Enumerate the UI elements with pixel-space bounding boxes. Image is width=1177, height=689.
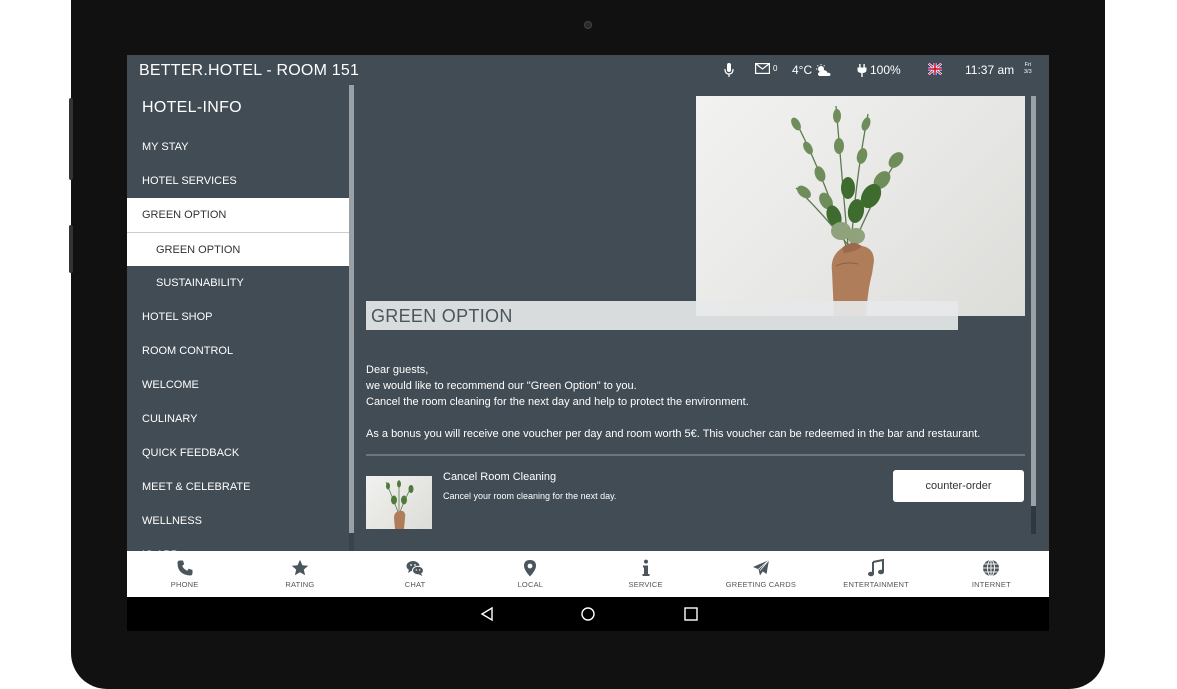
- sidebar-item-my-stay[interactable]: MY STAY: [127, 130, 349, 164]
- sidebar-item-quick-feedback[interactable]: QUICK FEEDBACK: [127, 436, 349, 470]
- nav-phone[interactable]: PHONE: [127, 551, 242, 597]
- phone-icon: [177, 560, 193, 576]
- bottom-navigation: PHONE RATING CHAT LOCAL SERVICE GREETING…: [127, 551, 1049, 597]
- android-navigation-bar: [127, 597, 1049, 631]
- sidebar-subitem-green-option[interactable]: GREEN OPTION: [127, 232, 349, 266]
- offer-title: Cancel Room Cleaning: [443, 471, 557, 483]
- sidebar-item-room-control[interactable]: ROOM CONTROL: [127, 334, 349, 368]
- sidebar-item-welcome[interactable]: WELCOME: [127, 368, 349, 402]
- date: Fri 3/3: [1024, 62, 1032, 76]
- nav-entertainment-label: ENTERTAINMENT: [843, 580, 909, 589]
- nav-internet-label: INTERNET: [971, 580, 1011, 589]
- intro-greeting: Dear guests,: [366, 364, 429, 376]
- map-pin-icon: [524, 560, 537, 577]
- battery-indicator: 100%: [857, 63, 901, 77]
- nav-service[interactable]: SERVICE: [588, 551, 703, 597]
- intro-line-cancel: Cancel the room cleaning for the next da…: [366, 396, 749, 408]
- hero-image-herbs-in-hand: [696, 96, 1025, 316]
- sidebar-item-green-option[interactable]: GREEN OPTION: [127, 198, 349, 232]
- messages-indicator[interactable]: 0: [755, 63, 777, 74]
- main-content: GREEN OPTION Dear guests, we would like …: [354, 85, 1034, 551]
- nav-internet[interactable]: INTERNET: [934, 551, 1049, 597]
- chat-icon: [406, 561, 425, 576]
- time: 11:37 am: [965, 63, 1015, 77]
- sidebar-item-wellness[interactable]: WELLNESS: [127, 504, 349, 538]
- partly-cloudy-icon: [816, 63, 831, 76]
- nav-chat[interactable]: CHAT: [358, 551, 473, 597]
- sidebar-heading: HOTEL-INFO: [142, 99, 242, 116]
- nav-greeting-cards[interactable]: GREETING CARDS: [703, 551, 818, 597]
- date-value: 3/3: [1024, 69, 1032, 75]
- counter-order-button[interactable]: counter-order: [893, 470, 1024, 502]
- sidebar: HOTEL-INFO MY STAY HOTEL SERVICES GREEN …: [127, 85, 349, 551]
- nav-rating[interactable]: RATING: [242, 551, 357, 597]
- intro-line-bonus: As a bonus you will receive one voucher …: [366, 428, 981, 440]
- sidebar-subitem-sustainability[interactable]: SUSTAINABILITY: [127, 266, 349, 300]
- nav-phone-label: PHONE: [170, 580, 199, 589]
- page-title: GREEN OPTION: [371, 306, 513, 326]
- info-icon: [642, 559, 650, 576]
- recent-apps-icon[interactable]: [683, 606, 699, 622]
- home-icon[interactable]: [580, 606, 596, 622]
- nav-chat-label: CHAT: [404, 580, 426, 589]
- paper-plane-icon: [752, 559, 770, 576]
- nav-service-label: SERVICE: [628, 580, 663, 589]
- messages-count: 0: [773, 64, 778, 73]
- nav-rating-label: RATING: [285, 580, 315, 589]
- weather-indicator: 4°C: [792, 63, 832, 77]
- globe-icon: [983, 559, 1000, 577]
- language-flag-uk-icon[interactable]: [928, 63, 942, 75]
- plug-icon: [857, 63, 867, 77]
- section-divider: [366, 454, 1025, 456]
- intro-text: Dear guests, we would like to recommend …: [366, 362, 1026, 442]
- content-scrollbar[interactable]: [1031, 96, 1036, 534]
- sidebar-item-hotel-services[interactable]: HOTEL SERVICES: [127, 164, 349, 198]
- tablet-screen: BETTER.HOTEL - ROOM 151 0 4°C 100% 11:37…: [127, 55, 1049, 631]
- microphone-icon[interactable]: [724, 63, 734, 77]
- page-title-band: GREEN OPTION: [366, 301, 958, 330]
- offer-thumbnail-herbs: [366, 476, 432, 529]
- sidebar-item-culinary[interactable]: CULINARY: [127, 402, 349, 436]
- front-camera: [584, 21, 592, 29]
- nav-local-label: LOCAL: [517, 580, 544, 589]
- back-icon[interactable]: [479, 606, 495, 622]
- envelope-icon: [755, 63, 770, 74]
- status-bar: BETTER.HOTEL - ROOM 151 0 4°C 100% 11:37…: [127, 55, 1049, 85]
- content-scrollbar-thumb[interactable]: [1031, 96, 1036, 506]
- intro-spacer: [366, 410, 1026, 426]
- sidebar-item-iq-app[interactable]: IQ APP: [127, 538, 349, 551]
- offer-description: Cancel your room cleaning for the next d…: [443, 491, 617, 501]
- star-icon: [291, 559, 309, 576]
- app-title: BETTER.HOTEL - ROOM 151: [139, 62, 360, 79]
- date-day: Fri: [1024, 62, 1032, 68]
- temperature: 4°C: [792, 63, 813, 77]
- battery-level: 100%: [870, 63, 901, 77]
- nav-greeting-cards-label: GREETING CARDS: [725, 580, 797, 589]
- power-button: [69, 225, 73, 273]
- sidebar-item-meet-celebrate[interactable]: MEET & CELEBRATE: [127, 470, 349, 504]
- nav-local[interactable]: LOCAL: [473, 551, 588, 597]
- nav-entertainment[interactable]: ENTERTAINMENT: [819, 551, 934, 597]
- sidebar-menu: MY STAY HOTEL SERVICES GREEN OPTION GREE…: [127, 130, 349, 551]
- clock: 11:37 am: [965, 63, 1014, 77]
- intro-line-recommend: we would like to recommend our "Green Op…: [366, 380, 637, 392]
- sidebar-item-hotel-shop[interactable]: HOTEL SHOP: [127, 300, 349, 334]
- music-note-icon: [868, 559, 885, 577]
- volume-button: [69, 98, 73, 180]
